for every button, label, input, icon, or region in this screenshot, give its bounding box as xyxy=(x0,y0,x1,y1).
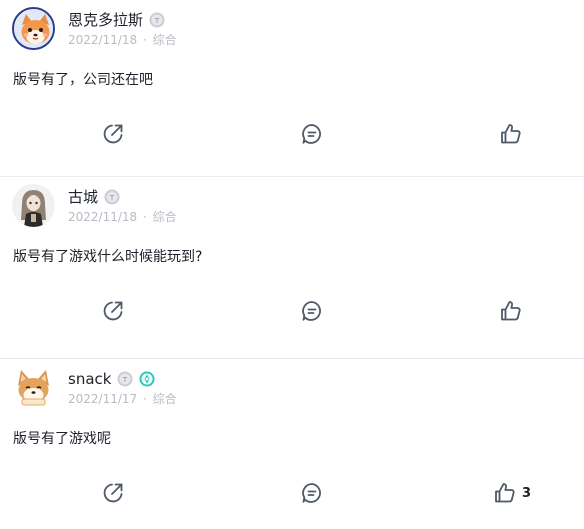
author-name[interactable]: 古城 xyxy=(68,187,98,207)
comment-button[interactable] xyxy=(300,122,324,146)
comment-icon xyxy=(302,124,321,144)
post-card[interactable]: 古城 T 2022/11/18 · 综合 版号有了游戏什么时候能玩到? xyxy=(0,177,584,359)
avatar[interactable] xyxy=(12,7,55,50)
like-button[interactable]: 3 xyxy=(493,481,531,505)
avatar-character-image xyxy=(12,184,55,227)
avatar[interactable] xyxy=(12,184,55,227)
post-content[interactable]: 版号有了游戏什么时候能玩到? xyxy=(13,247,202,267)
comment-icon xyxy=(302,483,321,503)
share-icon xyxy=(103,301,123,321)
meta-separator: · xyxy=(143,392,147,406)
comment-button[interactable] xyxy=(300,481,324,505)
svg-text:T: T xyxy=(109,194,115,202)
post-date: 2022/11/18 xyxy=(68,33,138,47)
level-badge-icon: T xyxy=(104,189,120,205)
meta-separator: · xyxy=(143,210,147,224)
level-badge-icon: T xyxy=(149,12,165,28)
comment-button[interactable] xyxy=(300,299,324,323)
svg-text:T: T xyxy=(154,17,160,25)
avatar-shiba-image xyxy=(14,9,53,48)
author-row: 古城 T xyxy=(68,187,120,207)
share-button[interactable] xyxy=(101,299,125,323)
thumbs-up-icon xyxy=(495,483,515,503)
post-date: 2022/11/18 xyxy=(68,210,138,224)
post-card[interactable]: 恩克多拉斯 T 2022/11/18 · 综合 版号有了，公司还在吧 xyxy=(0,0,584,177)
author-name[interactable]: 恩克多拉斯 xyxy=(68,10,143,30)
post-meta: 2022/11/18 · 综合 xyxy=(68,209,177,225)
post-date: 2022/11/17 xyxy=(68,392,138,406)
post-category[interactable]: 综合 xyxy=(153,210,177,224)
post-feed: 恩克多拉斯 T 2022/11/18 · 综合 版号有了，公司还在吧 古城 T … xyxy=(0,0,584,529)
post-content[interactable]: 版号有了游戏呢 xyxy=(13,429,111,449)
share-button[interactable] xyxy=(101,122,125,146)
post-card[interactable]: snack T 2022/11/17 · 综合 版号有了游戏呢 3 xyxy=(0,359,584,529)
post-category[interactable]: 综合 xyxy=(153,392,177,406)
medal-badge-icon xyxy=(139,371,155,387)
like-button[interactable] xyxy=(499,122,528,146)
post-category[interactable]: 综合 xyxy=(153,33,177,47)
share-button[interactable] xyxy=(101,481,125,505)
comment-icon xyxy=(302,301,321,321)
svg-text:T: T xyxy=(122,376,128,384)
share-icon xyxy=(103,483,123,503)
avatar-corgi-image xyxy=(12,366,55,409)
author-name[interactable]: snack xyxy=(68,369,111,389)
like-count: 3 xyxy=(522,485,532,501)
meta-separator: · xyxy=(143,33,147,47)
author-row: snack T xyxy=(68,369,155,389)
thumbs-up-icon xyxy=(501,301,521,321)
post-meta: 2022/11/18 · 综合 xyxy=(68,32,177,48)
like-button[interactable] xyxy=(499,299,528,323)
avatar[interactable] xyxy=(12,366,55,409)
author-row: 恩克多拉斯 T xyxy=(68,10,165,30)
level-badge-icon: T xyxy=(117,371,133,387)
thumbs-up-icon xyxy=(501,124,521,144)
post-meta: 2022/11/17 · 综合 xyxy=(68,391,177,407)
post-content[interactable]: 版号有了，公司还在吧 xyxy=(13,70,153,90)
share-icon xyxy=(103,124,123,144)
